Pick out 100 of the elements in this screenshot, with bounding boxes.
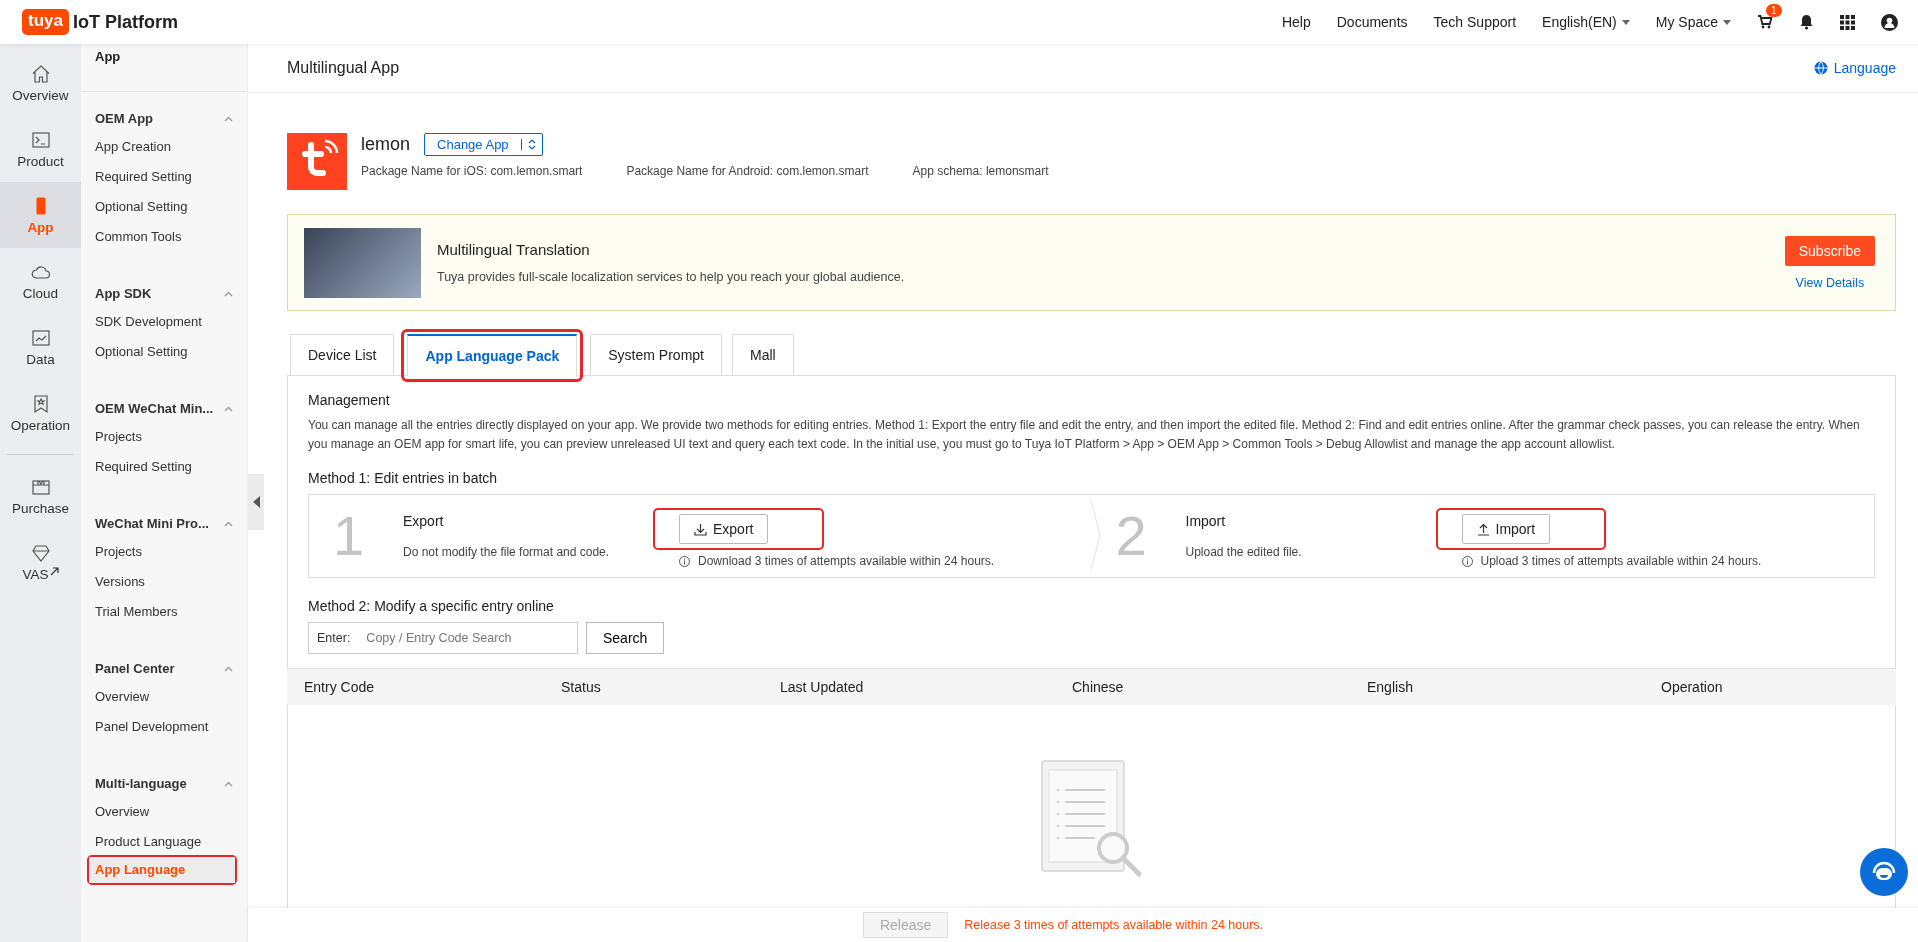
nav-item[interactable]: Product Language [89,829,235,855]
chevron-icon [224,115,233,122]
nav-item[interactable]: Optional Setting [89,339,235,365]
step-title: Import [1185,513,1227,529]
info-icon [679,555,690,567]
language-link[interactable]: Language [1813,60,1896,76]
description-text: You can manage all the entries directly displayed on your app. We provide two methods for editing entries. Method 1: Export the entry file and edit the entry, and then import the edited file. Method 2: Find and edit entries online. After the grammar check passes, you can release the entry. When you manage an OEM app for smart life, you can preview unreleased UI text and query each text code. In the initial use, you must go to Tuya IoT Platform > App > OEM App > Common Tools > Debug Allowlist and manage the app account allowlist. [308,417,1861,453]
section-title: App [81,44,247,92]
rail-icon [30,542,51,563]
nav-item[interactable]: Overview [89,684,235,710]
attempts-hint: Upload 3 times of attempts available within 24 hours. [1480,554,1762,568]
chevron-icon [224,520,233,527]
nav-item[interactable]: App Creation [89,134,235,160]
nav-group-header[interactable]: OEM App [81,109,247,132]
caret-down-icon [1621,19,1630,25]
rail-label: App [27,219,54,235]
step-text: Upload the edited file. [1185,545,1303,559]
app-logo-icon [287,133,347,190]
nav-group-header[interactable]: Multi-language [81,774,247,797]
section-title: Method 1: Edit entries in batch [308,470,499,486]
chevron-icon [224,780,233,787]
rail-nav-item[interactable]: Product [0,116,81,182]
nav-item[interactable]: Trial Members [89,599,235,625]
tab[interactable]: System Prompt [590,334,722,376]
rail-label: Data [26,351,55,367]
rail-label: Operation [10,417,71,433]
tab[interactable]: App Language Pack [407,334,578,377]
search-field[interactable]: Enter: Copy / Entry Code Search [308,622,578,654]
download-icon [694,522,707,536]
rail-label: Cloud [22,285,59,301]
nav-group-header[interactable]: App SDK [81,284,247,307]
tab[interactable]: Mall [732,334,794,376]
info-icon [1461,555,1473,567]
user-avatar-icon[interactable] [1881,13,1898,31]
rail-label: Purchase [11,500,69,516]
section-title: Management [308,392,391,408]
globe-icon [1813,61,1828,75]
cart-icon[interactable] [1757,14,1773,30]
step-title: Export [403,513,445,529]
rail-icon [30,129,51,150]
search-button[interactable]: Search [586,622,665,654]
top-dropdown[interactable]: English(EN) [1542,14,1630,30]
nav-item[interactable]: Common Tools [89,224,235,250]
field-label: Enter: [317,631,351,645]
change-app-button[interactable]: Change App [424,133,543,156]
step-number: 1 [332,506,366,566]
nav-item[interactable]: Required Setting [89,164,235,190]
rail-nav-item[interactable]: VAS [0,529,81,595]
top-link[interactable]: Documents [1336,14,1408,30]
top-link[interactable]: Tech Support [1433,14,1517,30]
rail-label: VAS [22,566,49,582]
support-chat-icon[interactable] [1860,848,1908,896]
chevron-icon [224,290,233,297]
ios-package-name: Package Name for iOS: com.lemon.smart [361,164,583,178]
nav-item[interactable]: Panel Development [89,714,235,740]
nav-group-header[interactable]: Panel Center [81,659,247,682]
column-header: Operation [1661,679,1724,695]
nav-group-header[interactable]: OEM WeChat Min... [81,399,247,422]
step-number: 2 [1114,506,1148,566]
export-button[interactable]: Export [679,514,769,544]
nav-item[interactable]: Projects [89,539,235,565]
app-schema: App schema: lemonsmart [912,164,1049,178]
column-header: Last Updated [780,679,865,695]
rail-icon [30,63,51,84]
nav-item[interactable]: SDK Development [89,309,235,335]
section-title: Method 2: Modify a specific entry online [308,598,555,614]
rail-nav-item[interactable]: Overview [0,50,81,116]
step-text: Do not modify the file format and code. [403,545,611,559]
rail-nav-item[interactable]: Data [0,314,81,380]
import-button[interactable]: Import [1461,514,1551,544]
column-header: Status [561,679,602,695]
page-title: Multilingual App [287,59,400,77]
nav-item[interactable]: Overview [89,799,235,825]
collapse-handle[interactable] [248,474,264,530]
top-link[interactable]: Help [1281,14,1311,30]
rail-label: Overview [12,87,69,103]
nav-item[interactable]: Projects [89,424,235,450]
rail-nav-item[interactable]: Cloud [0,248,81,314]
tab[interactable]: Device List [290,334,395,376]
apps-grid-icon[interactable] [1840,14,1855,30]
nav-group-header[interactable]: WeChat Mini Pro... [81,514,247,537]
chevron-icon [224,405,233,412]
rail-nav-item[interactable]: Purchase [0,463,81,529]
top-dropdown[interactable]: My Space [1655,14,1731,30]
up-down-arrows-icon [527,139,536,150]
bell-icon[interactable] [1799,14,1814,30]
android-package-name: Package Name for Android: com.lemon.smart [626,164,869,178]
brand-name: IoT Platform [72,11,178,33]
rail-nav-item[interactable]: Operation [0,380,81,446]
cart-count-badge: 1 [1766,4,1782,17]
column-header: Chinese [1072,679,1125,695]
rail-label: Product [17,153,64,169]
release-note: Release 3 times of attempts available within 24 hours. [964,918,1264,932]
caret-down-icon [1723,19,1731,25]
nav-item[interactable]: Versions [89,569,235,595]
view-details-link[interactable]: View Details [1795,275,1865,290]
nav-item[interactable]: Required Setting [89,454,235,480]
nav-item[interactable]: Optional Setting [89,194,235,220]
column-header: Entry Code [304,679,376,695]
chevron-icon [224,665,233,672]
